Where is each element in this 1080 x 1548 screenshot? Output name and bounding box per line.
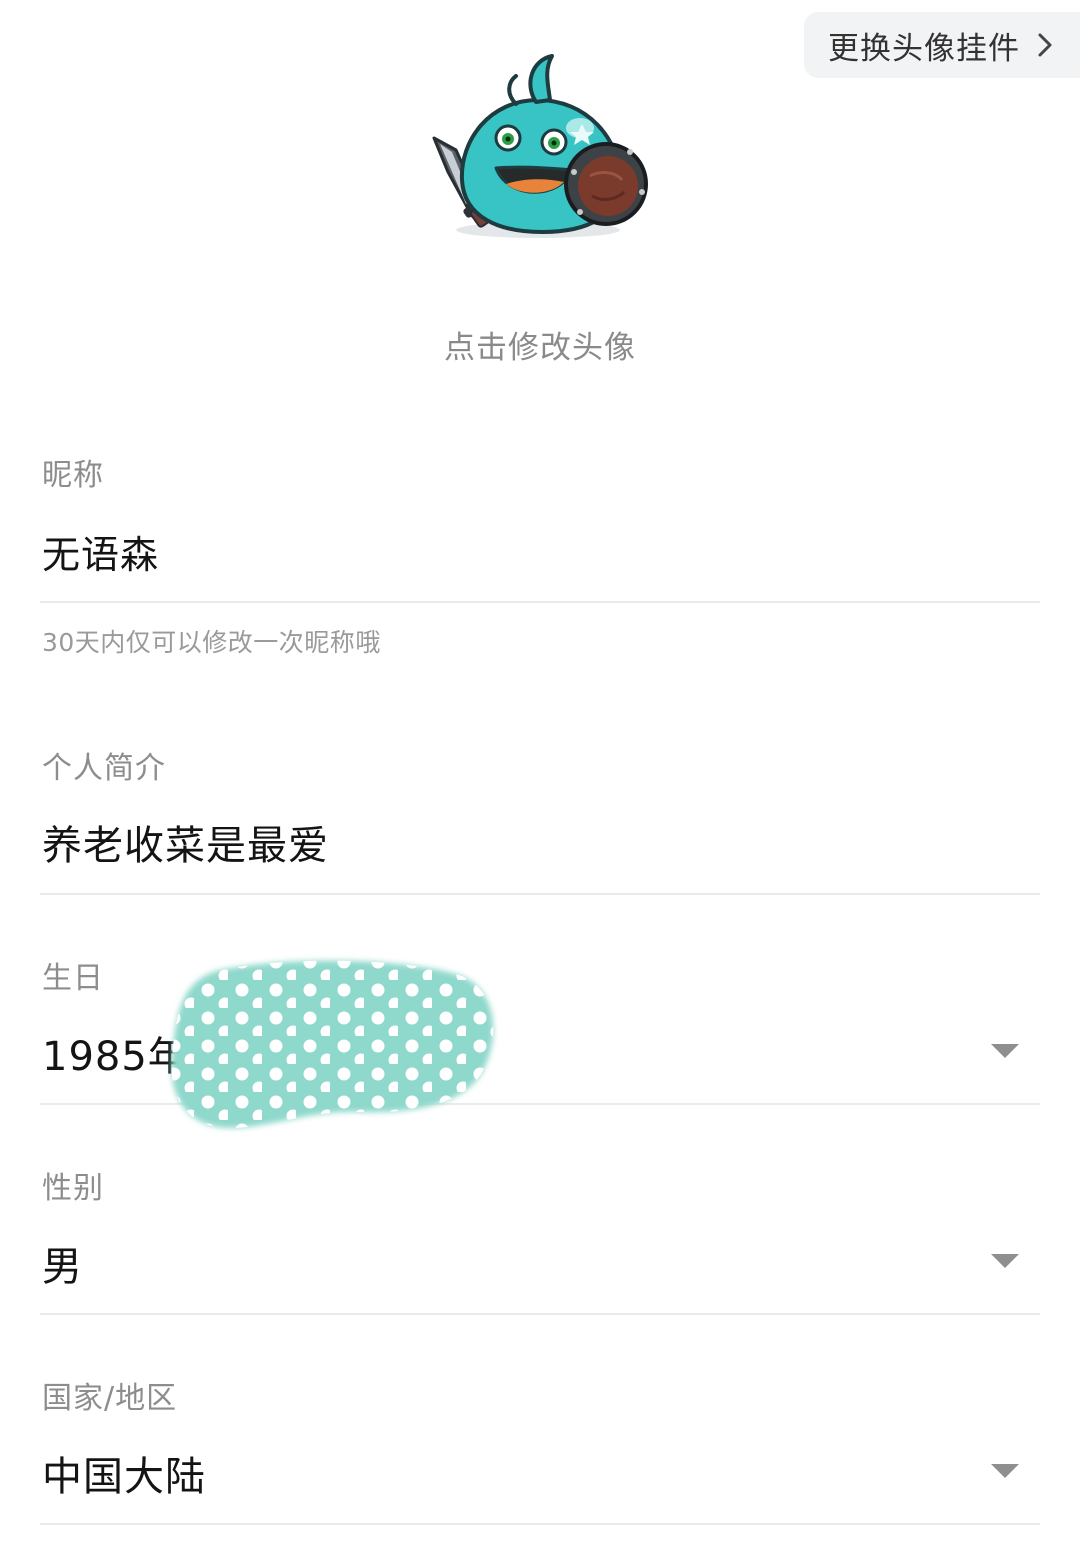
gender-divider	[40, 1313, 1040, 1315]
region-value: 中国大陆	[42, 1454, 206, 1500]
change-avatar-pendant-label: 更换头像挂件	[828, 30, 1020, 67]
redaction-sticker	[171, 960, 494, 1128]
avatar[interactable]	[420, 40, 660, 250]
gender-value: 男	[42, 1244, 83, 1290]
bio-input[interactable]: 养老收菜是最爱	[42, 813, 329, 871]
region-dropdown-arrow-icon[interactable]	[991, 1464, 1019, 1478]
nickname-label: 昵称	[42, 458, 104, 493]
slime-avatar-icon	[432, 54, 648, 238]
nickname-limit-note: 30天内仅可以修改一次昵称哦	[42, 628, 381, 657]
region-divider	[40, 1523, 1040, 1525]
nickname-divider	[40, 601, 1040, 603]
chevron-right-icon	[1038, 33, 1052, 57]
gender-dropdown-arrow-icon[interactable]	[991, 1254, 1019, 1268]
bio-label: 个人简介	[42, 751, 166, 786]
change-avatar-pendant-button[interactable]: 更换头像挂件	[804, 12, 1080, 78]
shield-icon	[564, 142, 648, 226]
gender-label: 性别	[42, 1171, 104, 1206]
change-avatar-hint[interactable]: 点击修改头像	[0, 322, 1080, 367]
gender-selector[interactable]	[40, 1210, 1040, 1310]
bio-divider	[40, 893, 1040, 895]
birthday-dropdown-arrow-icon[interactable]	[991, 1044, 1019, 1058]
region-label: 国家/地区	[42, 1381, 178, 1416]
birthday-label: 生日	[42, 961, 104, 996]
nickname-input[interactable]: 无语森	[42, 524, 159, 579]
